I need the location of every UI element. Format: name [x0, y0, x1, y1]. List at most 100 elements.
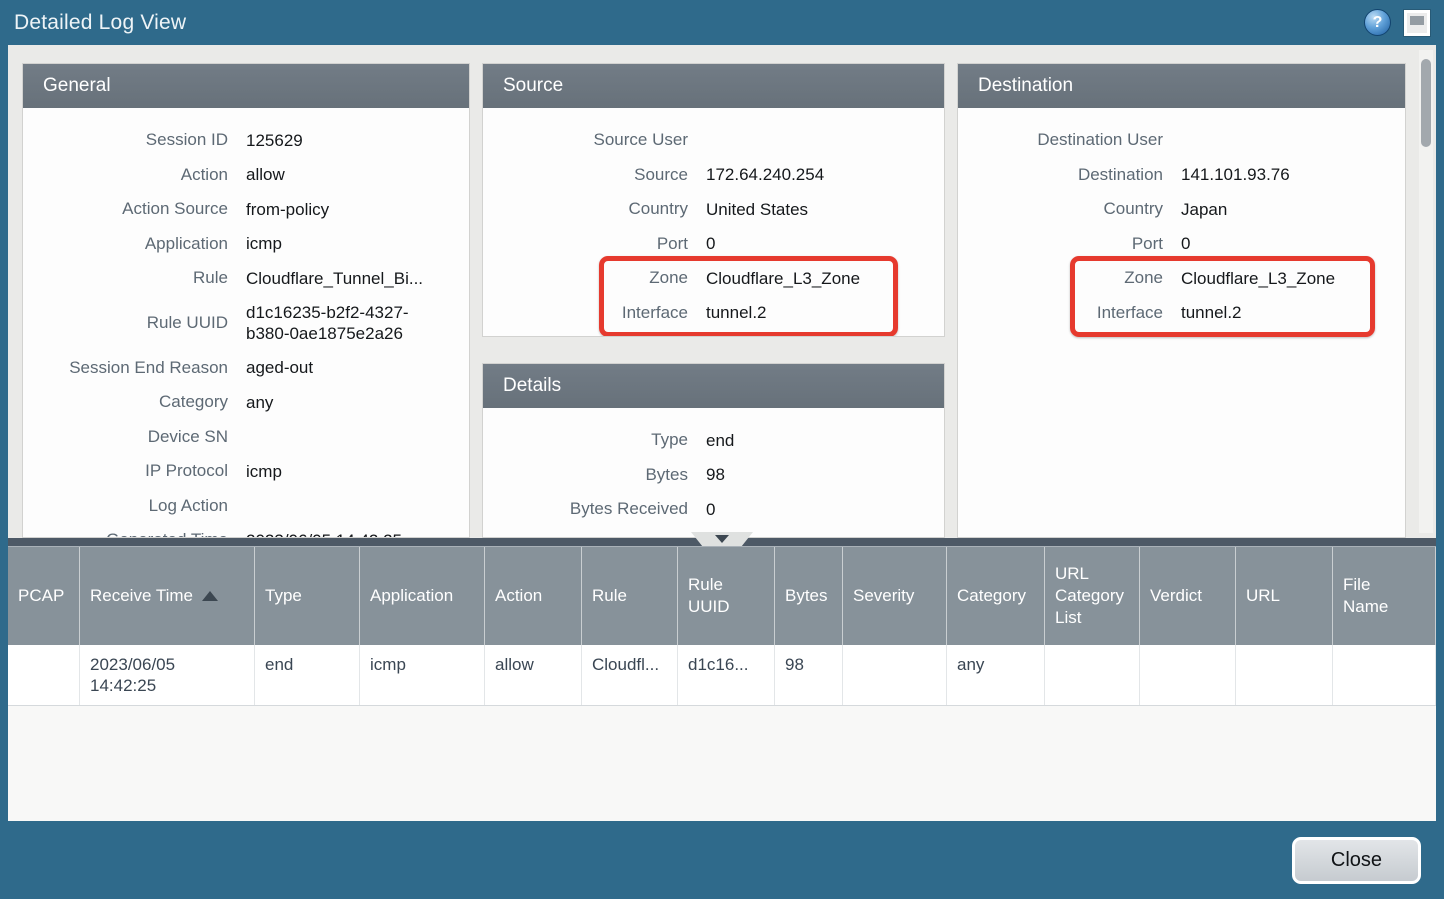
field-bytes: Bytes98 [483, 458, 944, 493]
column-header-rule-uuid[interactable]: Rule UUID [678, 547, 775, 645]
cell-bytes: 98 [775, 645, 843, 705]
panel-details: Details Typeend Bytes98 Bytes Received0 [482, 363, 945, 538]
field-label: Zone [483, 268, 688, 288]
column-header-file-name[interactable]: File Name [1333, 547, 1436, 645]
field-label: Application [23, 234, 228, 254]
field-session-id: Session ID125629 [23, 123, 469, 158]
panel-general: General Session ID125629 Actionallow Act… [22, 63, 470, 538]
field-label: Generated Time [23, 530, 228, 538]
field-action: Actionallow [23, 158, 469, 193]
field-label: IP Protocol [23, 461, 228, 481]
column-header-severity[interactable]: Severity [843, 547, 947, 645]
panel-general-title: General [23, 64, 469, 108]
field-label: Device SN [23, 427, 228, 447]
field-value: tunnel.2 [706, 302, 767, 323]
field-label: Source User [483, 130, 688, 150]
cell-url-category-list [1045, 645, 1140, 705]
cell-application: icmp [360, 645, 485, 705]
field-value: from-policy [246, 199, 329, 220]
column-header-type[interactable]: Type [255, 547, 360, 645]
field-value: 0 [1181, 233, 1190, 254]
panel-destination-title: Destination [958, 64, 1405, 108]
collapse-table-handle[interactable] [691, 532, 753, 546]
field-type: Typeend [483, 423, 944, 458]
column-source-details: Source Source User Source172.64.240.254 … [482, 63, 945, 538]
field-bytes-received: Bytes Received0 [483, 492, 944, 527]
field-destination: Destination 141.101.93.76 [958, 158, 1405, 193]
column-header-category[interactable]: Category [947, 547, 1045, 645]
window-restore-icon[interactable] [1404, 10, 1430, 36]
field-label: Destination [958, 165, 1163, 185]
panel-source: Source Source User Source172.64.240.254 … [482, 63, 945, 337]
field-label: Bytes [483, 465, 688, 485]
scrollbar-thumb[interactable] [1421, 59, 1431, 147]
panel-details-title: Details [483, 364, 944, 408]
cell-pcap [8, 645, 80, 705]
titlebar: Detailed Log View ? [0, 0, 1444, 45]
help-icon[interactable]: ? [1364, 9, 1391, 36]
chevron-down-icon [715, 535, 729, 543]
field-zone: ZoneCloudflare_L3_Zone [483, 261, 944, 296]
close-button[interactable]: Close [1292, 837, 1421, 884]
field-value: 172.64.240.254 [706, 164, 824, 185]
cell-verdict [1140, 645, 1236, 705]
field-destination-user: Destination User [958, 123, 1405, 158]
field-interface: Interfacetunnel.2 [958, 296, 1405, 331]
field-category: Categoryany [23, 385, 469, 420]
field-port: Port0 [958, 227, 1405, 262]
field-value: end [706, 430, 734, 451]
column-header-url[interactable]: URL [1236, 547, 1333, 645]
field-value: United States [706, 199, 808, 220]
column-header-action[interactable]: Action [485, 547, 582, 645]
log-detail-content: General Session ID125629 Actionallow Act… [8, 45, 1436, 538]
field-label: Zone [958, 268, 1163, 288]
field-application: Applicationicmp [23, 227, 469, 262]
field-label: Log Action [23, 496, 228, 516]
scrollbar-track[interactable] [1419, 50, 1433, 533]
field-value: allow [246, 164, 285, 185]
panel-source-title: Source [483, 64, 944, 108]
column-header-pcap[interactable]: PCAP [8, 547, 80, 645]
log-table-header: PCAP Receive Time Type Application Actio… [8, 546, 1436, 645]
cell-category: any [947, 645, 1045, 705]
cell-url [1236, 645, 1333, 705]
field-source: Source 172.64.240.254 [483, 158, 944, 193]
field-value: 125629 [246, 130, 303, 151]
field-label: Destination User [958, 130, 1163, 150]
log-table: PCAP Receive Time Type Application Actio… [8, 546, 1436, 821]
column-header-application[interactable]: Application [360, 547, 485, 645]
log-table-row[interactable]: 2023/06/05 14:42:25 end icmp allow Cloud… [8, 645, 1436, 706]
window-restore-icon-bar [1410, 16, 1424, 25]
field-value: d1c16235-b2f2-4327- b380-0ae1875e2a26 [246, 302, 409, 344]
field-port: Port 0 [483, 227, 944, 262]
destination-zone-interface-group: ZoneCloudflare_L3_Zone Interfacetunnel.2 [958, 261, 1405, 330]
field-value: 141.101.93.76 [1181, 164, 1290, 185]
field-label: Country [958, 199, 1163, 219]
field-label: Rule UUID [23, 313, 228, 333]
panel-destination-body: Destination User Destination 141.101.93.7… [958, 108, 1405, 537]
detailed-log-view-dialog: Detailed Log View ? General Session ID12… [0, 0, 1444, 899]
log-table-empty-area [8, 706, 1436, 821]
field-label: Rule [23, 268, 228, 288]
field-label: Bytes Received [483, 499, 688, 519]
field-label: Source [483, 165, 688, 185]
field-label: Interface [958, 303, 1163, 323]
field-zone: ZoneCloudflare_L3_Zone [958, 261, 1405, 296]
panel-destination: Destination Destination User Destination… [957, 63, 1406, 538]
field-label: Session End Reason [23, 358, 228, 378]
column-header-receive-time[interactable]: Receive Time [80, 547, 255, 645]
field-value: 0 [706, 233, 715, 254]
column-header-url-category-list[interactable]: URL Category List [1045, 547, 1140, 645]
column-header-rule[interactable]: Rule [582, 547, 678, 645]
field-label: Category [23, 392, 228, 412]
cell-type: end [255, 645, 360, 705]
field-action-source: Action Sourcefrom-policy [23, 192, 469, 227]
field-rule-uuid: Rule UUID d1c16235-b2f2-4327- b380-0ae187… [23, 296, 469, 351]
field-label: Port [483, 234, 688, 254]
column-header-verdict[interactable]: Verdict [1140, 547, 1236, 645]
cell-action: allow [485, 645, 582, 705]
cell-file-name [1333, 645, 1436, 705]
table-splitter [8, 538, 1436, 546]
column-header-bytes[interactable]: Bytes [775, 547, 843, 645]
cell-receive-time: 2023/06/05 14:42:25 [80, 645, 255, 705]
